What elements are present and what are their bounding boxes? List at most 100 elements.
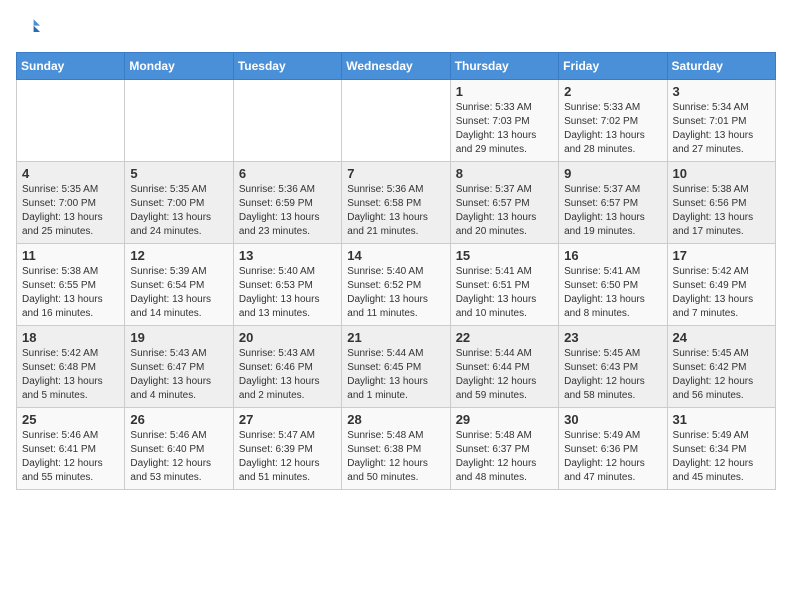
day-number: 1	[456, 84, 553, 99]
calendar-cell	[125, 80, 233, 162]
day-content: Sunrise: 5:38 AM Sunset: 6:56 PM Dayligh…	[673, 183, 770, 239]
day-content: Sunrise: 5:42 AM Sunset: 6:49 PM Dayligh…	[673, 265, 770, 321]
day-number: 4	[22, 166, 119, 181]
calendar-table: SundayMondayTuesdayWednesdayThursdayFrid…	[16, 52, 776, 490]
calendar-week-row: 4 Sunrise: 5:35 AM Sunset: 7:00 PM Daylig…	[17, 162, 776, 244]
day-content: Sunrise: 5:43 AM Sunset: 6:47 PM Dayligh…	[130, 347, 227, 403]
weekday-header: Tuesday	[233, 53, 341, 80]
calendar-week-row: 11Sunrise: 5:38 AM Sunset: 6:55 PM Dayli…	[17, 244, 776, 326]
calendar-cell: 16 Sunrise: 5:41 AM Sunset: 6:50 PM Dayli…	[559, 244, 667, 326]
weekday-header: Wednesday	[342, 53, 450, 80]
calendar-cell: 30 Sunrise: 5:49 AM Sunset: 6:36 PM Dayli…	[559, 408, 667, 490]
day-number: 13	[239, 248, 336, 263]
day-content: Sunrise: 5:49 AM Sunset: 6:34 PM Dayligh…	[673, 429, 770, 485]
day-number: 23	[564, 330, 661, 345]
day-number: 31	[673, 412, 770, 427]
day-number: 21	[347, 330, 444, 345]
day-number: 5	[130, 166, 227, 181]
logo-icon	[16, 16, 40, 40]
day-content: Sunrise: 5:40 AM Sunset: 6:53 PM Dayligh…	[239, 265, 336, 321]
weekday-header: Friday	[559, 53, 667, 80]
day-content: Sunrise: 5:43 AM Sunset: 6:46 PM Dayligh…	[239, 347, 336, 403]
calendar-cell	[233, 80, 341, 162]
calendar-cell: 31 Sunrise: 5:49 AM Sunset: 6:34 PM Dayli…	[667, 408, 775, 490]
day-content: Sunrise: 5:40 AM Sunset: 6:52 PM Dayligh…	[347, 265, 444, 321]
weekday-header-row: SundayMondayTuesdayWednesdayThursdayFrid…	[17, 53, 776, 80]
day-content: Sunrise: 5:33 AM Sunset: 7:03 PM Dayligh…	[456, 101, 553, 157]
day-content: Sunrise: 5:37 AM Sunset: 6:57 PM Dayligh…	[564, 183, 661, 239]
day-number: 27	[239, 412, 336, 427]
calendar-cell: 8Sunrise: 5:37 AM Sunset: 6:57 PM Daylig…	[450, 162, 558, 244]
page-header	[16, 16, 776, 40]
day-number: 16	[564, 248, 661, 263]
calendar-week-row: 25 Sunrise: 5:46 AM Sunset: 6:41 PM Dayli…	[17, 408, 776, 490]
day-content: Sunrise: 5:44 AM Sunset: 6:44 PM Dayligh…	[456, 347, 553, 403]
day-number: 14	[347, 248, 444, 263]
day-number: 26	[130, 412, 227, 427]
calendar-cell: 18 Sunrise: 5:42 AM Sunset: 6:48 PM Dayli…	[17, 326, 125, 408]
day-content: Sunrise: 5:41 AM Sunset: 6:50 PM Dayligh…	[564, 265, 661, 321]
calendar-week-row: 18 Sunrise: 5:42 AM Sunset: 6:48 PM Dayli…	[17, 326, 776, 408]
day-content: Sunrise: 5:33 AM Sunset: 7:02 PM Dayligh…	[564, 101, 661, 157]
day-number: 25	[22, 412, 119, 427]
day-number: 19	[130, 330, 227, 345]
day-content: Sunrise: 5:48 AM Sunset: 6:37 PM Dayligh…	[456, 429, 553, 485]
day-number: 7	[347, 166, 444, 181]
day-content: Sunrise: 5:39 AM Sunset: 6:54 PM Dayligh…	[130, 265, 227, 321]
calendar-cell: 19 Sunrise: 5:43 AM Sunset: 6:47 PM Dayli…	[125, 326, 233, 408]
day-number: 20	[239, 330, 336, 345]
day-number: 30	[564, 412, 661, 427]
calendar-cell: 4 Sunrise: 5:35 AM Sunset: 7:00 PM Daylig…	[17, 162, 125, 244]
calendar-cell: 28 Sunrise: 5:48 AM Sunset: 6:38 PM Dayli…	[342, 408, 450, 490]
day-number: 17	[673, 248, 770, 263]
calendar-cell	[17, 80, 125, 162]
day-number: 12	[130, 248, 227, 263]
calendar-cell: 20 Sunrise: 5:43 AM Sunset: 6:46 PM Dayli…	[233, 326, 341, 408]
weekday-header: Saturday	[667, 53, 775, 80]
calendar-cell: 22 Sunrise: 5:44 AM Sunset: 6:44 PM Dayli…	[450, 326, 558, 408]
calendar-cell: 3 Sunrise: 5:34 AM Sunset: 7:01 PM Daylig…	[667, 80, 775, 162]
day-number: 29	[456, 412, 553, 427]
day-number: 28	[347, 412, 444, 427]
weekday-header: Thursday	[450, 53, 558, 80]
day-content: Sunrise: 5:49 AM Sunset: 6:36 PM Dayligh…	[564, 429, 661, 485]
day-content: Sunrise: 5:44 AM Sunset: 6:45 PM Dayligh…	[347, 347, 444, 403]
day-content: Sunrise: 5:45 AM Sunset: 6:42 PM Dayligh…	[673, 347, 770, 403]
day-content: Sunrise: 5:38 AM Sunset: 6:55 PM Dayligh…	[22, 265, 119, 321]
calendar-cell: 11Sunrise: 5:38 AM Sunset: 6:55 PM Dayli…	[17, 244, 125, 326]
calendar-week-row: 1 Sunrise: 5:33 AM Sunset: 7:03 PM Daylig…	[17, 80, 776, 162]
calendar-cell: 21 Sunrise: 5:44 AM Sunset: 6:45 PM Dayli…	[342, 326, 450, 408]
day-number: 3	[673, 84, 770, 99]
day-content: Sunrise: 5:36 AM Sunset: 6:58 PM Dayligh…	[347, 183, 444, 239]
day-content: Sunrise: 5:34 AM Sunset: 7:01 PM Dayligh…	[673, 101, 770, 157]
calendar-cell: 6 Sunrise: 5:36 AM Sunset: 6:59 PM Daylig…	[233, 162, 341, 244]
calendar-cell: 12 Sunrise: 5:39 AM Sunset: 6:54 PM Dayli…	[125, 244, 233, 326]
calendar-cell: 17 Sunrise: 5:42 AM Sunset: 6:49 PM Dayli…	[667, 244, 775, 326]
weekday-header: Sunday	[17, 53, 125, 80]
day-number: 6	[239, 166, 336, 181]
weekday-header: Monday	[125, 53, 233, 80]
day-content: Sunrise: 5:45 AM Sunset: 6:43 PM Dayligh…	[564, 347, 661, 403]
day-number: 2	[564, 84, 661, 99]
day-content: Sunrise: 5:35 AM Sunset: 7:00 PM Dayligh…	[22, 183, 119, 239]
calendar-cell: 10 Sunrise: 5:38 AM Sunset: 6:56 PM Dayli…	[667, 162, 775, 244]
day-content: Sunrise: 5:48 AM Sunset: 6:38 PM Dayligh…	[347, 429, 444, 485]
day-content: Sunrise: 5:41 AM Sunset: 6:51 PM Dayligh…	[456, 265, 553, 321]
calendar-cell: 9Sunrise: 5:37 AM Sunset: 6:57 PM Daylig…	[559, 162, 667, 244]
calendar-cell: 15Sunrise: 5:41 AM Sunset: 6:51 PM Dayli…	[450, 244, 558, 326]
day-number: 10	[673, 166, 770, 181]
day-number: 18	[22, 330, 119, 345]
calendar-cell: 14 Sunrise: 5:40 AM Sunset: 6:52 PM Dayli…	[342, 244, 450, 326]
day-number: 22	[456, 330, 553, 345]
day-content: Sunrise: 5:42 AM Sunset: 6:48 PM Dayligh…	[22, 347, 119, 403]
calendar-cell: 2 Sunrise: 5:33 AM Sunset: 7:02 PM Daylig…	[559, 80, 667, 162]
day-content: Sunrise: 5:36 AM Sunset: 6:59 PM Dayligh…	[239, 183, 336, 239]
day-number: 24	[673, 330, 770, 345]
calendar-cell	[342, 80, 450, 162]
calendar-cell: 23 Sunrise: 5:45 AM Sunset: 6:43 PM Dayli…	[559, 326, 667, 408]
calendar-cell: 24 Sunrise: 5:45 AM Sunset: 6:42 PM Dayli…	[667, 326, 775, 408]
calendar-cell: 26Sunrise: 5:46 AM Sunset: 6:40 PM Dayli…	[125, 408, 233, 490]
calendar-cell: 5Sunrise: 5:35 AM Sunset: 7:00 PM Daylig…	[125, 162, 233, 244]
calendar-cell: 13 Sunrise: 5:40 AM Sunset: 6:53 PM Dayli…	[233, 244, 341, 326]
day-content: Sunrise: 5:46 AM Sunset: 6:41 PM Dayligh…	[22, 429, 119, 485]
